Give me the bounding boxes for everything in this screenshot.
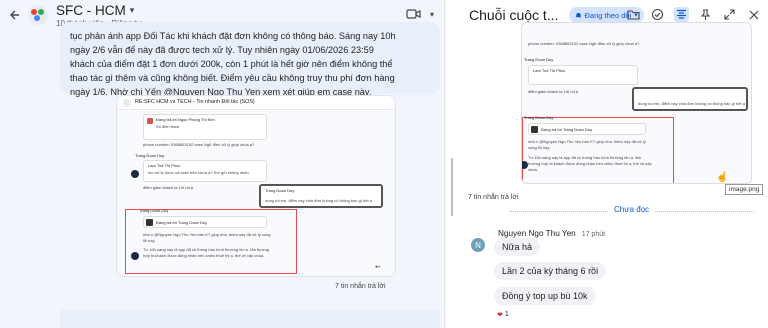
chat-window: SFC - HCM▾ 10 thành viên • Riêng tư ▾ tụ…: [0, 0, 768, 328]
header-actions: ▾: [406, 6, 436, 22]
thread-scrollbar[interactable]: [451, 158, 453, 216]
heart-icon: ❤: [497, 311, 503, 319]
pin-icon[interactable]: [698, 7, 713, 22]
folder-icon[interactable]: [626, 7, 641, 22]
attachment-line: nhờ c @Nguyen Ngo Thu Yen báo KT giúp nh…: [143, 232, 271, 243]
attachment-line: phone number: 0368853152 case Ngữ điều x…: [528, 41, 640, 46]
attachment-quote-card: Lam Tuệ Thị Phúc em xử lý được cả case t…: [143, 160, 267, 182]
attachment-line: Số điện thoại: [156, 124, 180, 129]
check-circle-icon[interactable]: [650, 7, 665, 22]
attachment-line: Trang Doan Duy: [524, 115, 554, 120]
attachment-quote-card: Đang trả lời Ngọc Phụng Thi Kim Số điện …: [143, 114, 267, 140]
thread-reply-count: 7 tin nhắn trả lời: [468, 194, 519, 201]
image-attachment[interactable]: RE:SFC HCM vs TECH - Tin nhanh Đối tác (…: [116, 95, 396, 277]
main-conversation-pane: SFC - HCM▾ 10 thành viên • Riêng tư ▾ tụ…: [0, 0, 444, 328]
attachment-line: Lam Tuệ Thị Phúc: [533, 68, 566, 73]
reaction-count: 1: [504, 311, 509, 318]
pointer-cursor-icon: ☝: [716, 172, 729, 183]
attachment-line: Từ 10h sáng nay là app đã có thông báo b…: [528, 155, 652, 172]
message-bubble[interactable]: Lần 2 của kỳ tháng 6 rồi: [494, 262, 607, 280]
attachment-line: Trang Doan Duy: [265, 188, 295, 193]
unread-label: Chưa đọc: [608, 205, 656, 214]
attachment-line: dung rồi em, điểm này chia đơn không có …: [265, 198, 372, 203]
avatar[interactable]: N: [471, 238, 485, 252]
follow-label[interactable]: Đang theo dõi: [585, 11, 632, 20]
message-body: tục phản ánh app Đối Tác khi khách đặt đ…: [70, 29, 400, 99]
attachment-quote-card: Lam Tuệ Thị Phúc: [528, 65, 638, 85]
space-name[interactable]: SFC - HCM: [56, 3, 126, 18]
attachment-dark-card: dung rồi em, điểm này chia đơn không có …: [632, 87, 748, 111]
sender-name[interactable]: Nguyen Ngo Thu Yen: [498, 229, 576, 238]
attachment-line: Lam Tuệ Thị Phúc: [148, 163, 181, 168]
video-call-icon[interactable]: [406, 6, 422, 22]
reaction-chip[interactable]: ❤ 1: [494, 309, 512, 320]
attachment-line: phone number: 0368853152 case Ngữ điều x…: [143, 142, 255, 147]
attachment-avatar: [131, 170, 139, 178]
attachment-line: Đang trả lời Trang Doan Duy: [156, 220, 208, 225]
attachment-line: dung rồi em, điểm này chia đơn không có …: [638, 101, 745, 106]
attachment-header: RE:SFC HCM vs TECH - Tin nhanh Đối tác (…: [117, 96, 395, 110]
bell-icon: [575, 12, 581, 17]
attachment-line: Đang trả lời Trang Doan Duy: [541, 127, 593, 132]
expand-icon[interactable]: [722, 7, 737, 22]
attachment-line: điểm giảm khách là 1/6 rồi ạ: [143, 185, 194, 190]
attachment-emoji-icon: ●◐: [375, 264, 382, 270]
attachment-line: nhờ c @Nguyen Ngo Thu Yen báo KT giúp nh…: [528, 139, 646, 150]
close-icon[interactable]: [746, 7, 761, 22]
attachment-quote-card: Đang trả lời Trang Doan Duy: [528, 123, 646, 135]
attachment-line: điểm giảm khách là 1/6 rồi ạ: [528, 89, 579, 94]
thread-title: Chuỗi cuộc t...: [469, 7, 559, 23]
space-avatar[interactable]: [28, 5, 48, 25]
thread-icon[interactable]: [674, 7, 689, 22]
attachment-quote-card: Đang trả lời Trang Doan Duy: [143, 216, 267, 228]
reply-count[interactable]: 7 tin nhắn trả lời: [335, 283, 386, 290]
attachment-line: Đang trả lời Ngọc Phụng Thi Kim: [156, 117, 215, 122]
attachment-line: Trang Doan Duy: [135, 153, 165, 158]
attachment-dark-card: Trang Doan Duy dung rồi em, điểm này chi…: [259, 184, 383, 208]
attachment-line: Trang Doan Duy: [524, 57, 554, 62]
attachment-avatar: [131, 252, 139, 260]
message-bubble[interactable]: Đồng ý top up bù 10k: [494, 287, 596, 305]
back-arrow-icon[interactable]: [8, 8, 22, 22]
thread-image-attachment[interactable]: phone number: 0368853152 case Ngữ điều x…: [521, 22, 752, 184]
image-tooltip: image.png: [725, 184, 764, 195]
message-time: 17 phút: [581, 231, 606, 238]
attachment-line: em xử lý được cả case trên chưa ạ? Em gử…: [148, 170, 249, 175]
next-message-card: [60, 310, 440, 328]
message-bubble[interactable]: Nữa hả: [494, 238, 541, 256]
attachment-header-title: RE:SFC HCM vs TECH - Tin nhanh Đối tác (…: [135, 99, 255, 105]
attachment-line: Từ 10h sáng nay là app đã có thông báo b…: [143, 247, 270, 258]
thread-actions: [626, 7, 761, 22]
video-call-dropdown-icon[interactable]: ▾: [428, 6, 436, 22]
message-sender: Nguyen Ngo Thu Yen 17 phút: [498, 229, 605, 238]
chevron-down-icon[interactable]: ▾: [130, 5, 135, 16]
